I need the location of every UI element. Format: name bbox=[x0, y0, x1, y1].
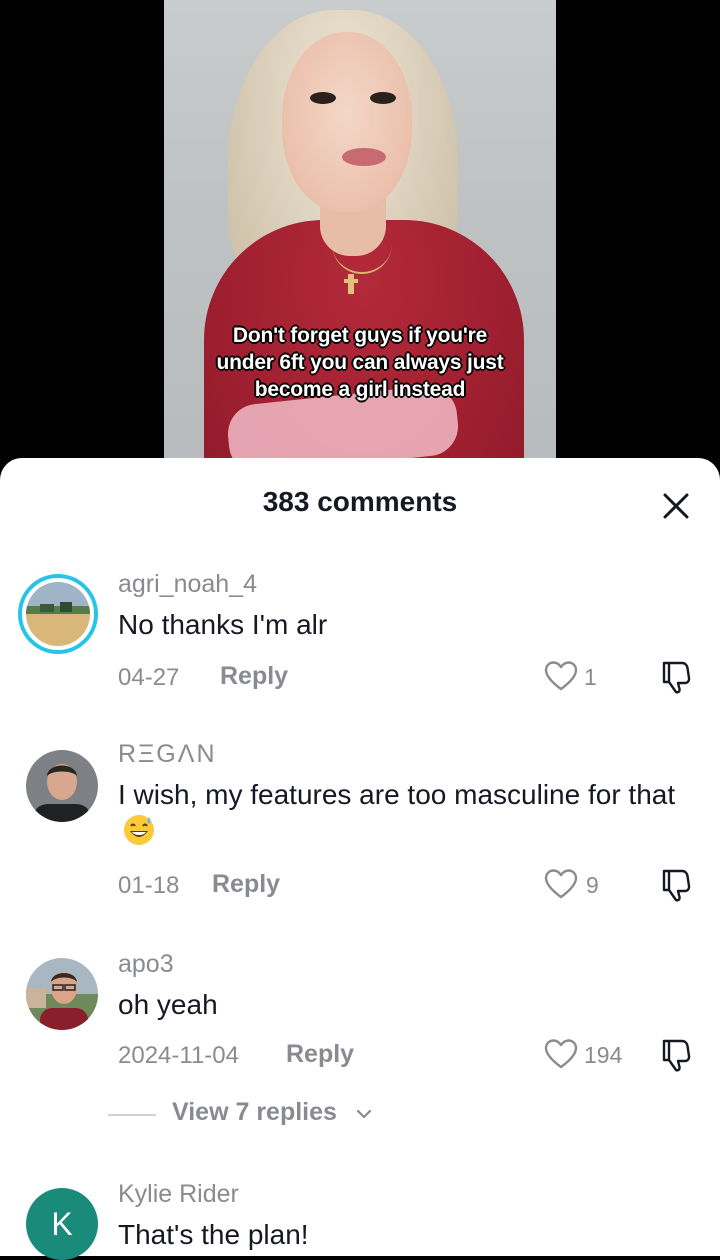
video-eye-left bbox=[310, 92, 336, 104]
video-caption: Don't forget guys if you're under 6ft yo… bbox=[164, 322, 556, 403]
comment-text: oh yeah bbox=[118, 989, 218, 1020]
video-lips bbox=[342, 148, 386, 166]
caption-line: under 6ft you can always just bbox=[216, 351, 504, 374]
comment-text-content: I wish, my features are too masculine fo… bbox=[118, 779, 676, 810]
video-eye-right bbox=[370, 92, 396, 104]
like-count: 194 bbox=[584, 1042, 623, 1068]
comment-date: 04-27 bbox=[118, 664, 180, 691]
comment-text: No thanks I'm alr bbox=[118, 609, 328, 640]
like-count: 9 bbox=[586, 872, 599, 898]
comments-sheet: 383 comments agri_noah_4 No thanks I'm a… bbox=[0, 458, 720, 1260]
avatar[interactable]: K bbox=[26, 1188, 98, 1260]
comment-text: I wish, my features are too masculine fo… bbox=[118, 776, 698, 850]
avatar[interactable] bbox=[18, 574, 98, 654]
view-replies-button[interactable]: View 7 replies bbox=[172, 1098, 337, 1127]
comment-username[interactable]: RΞGΛN bbox=[118, 740, 217, 769]
avatar-letter: K bbox=[51, 1205, 73, 1242]
comment-text: That's the plan! bbox=[118, 1219, 309, 1250]
thumbs-down-icon[interactable] bbox=[660, 868, 692, 902]
divider bbox=[108, 1114, 156, 1116]
grinning-sweat-emoji-icon bbox=[122, 813, 156, 847]
reply-button[interactable]: Reply bbox=[212, 870, 280, 899]
like-count: 1 bbox=[584, 664, 597, 690]
comment-date: 2024-11-04 bbox=[118, 1042, 239, 1069]
thumbs-down-icon[interactable] bbox=[660, 1038, 692, 1072]
reply-button[interactable]: Reply bbox=[286, 1040, 354, 1069]
thumbs-down-icon[interactable] bbox=[660, 660, 692, 694]
comments-count-title: 383 comments bbox=[262, 486, 458, 517]
comment-date: 01-18 bbox=[118, 872, 180, 899]
heart-icon[interactable] bbox=[544, 660, 578, 692]
reply-button[interactable]: Reply bbox=[220, 662, 288, 691]
comment-username[interactable]: Kylie Rider bbox=[118, 1180, 239, 1209]
avatar[interactable] bbox=[26, 958, 98, 1030]
close-icon[interactable] bbox=[656, 486, 696, 526]
heart-icon[interactable] bbox=[544, 1038, 578, 1070]
chevron-down-icon bbox=[354, 1104, 374, 1124]
video-cross-pendant bbox=[344, 274, 358, 294]
video-area[interactable]: Don't forget guys if you're under 6ft yo… bbox=[0, 0, 720, 470]
comment-username[interactable]: apo3 bbox=[118, 950, 174, 979]
caption-line: become a girl instead bbox=[254, 378, 466, 401]
heart-icon[interactable] bbox=[544, 868, 578, 900]
comment-username[interactable]: agri_noah_4 bbox=[118, 570, 257, 599]
caption-line: Don't forget guys if you're bbox=[232, 324, 488, 347]
avatar[interactable] bbox=[26, 750, 98, 822]
video-face bbox=[282, 32, 412, 212]
